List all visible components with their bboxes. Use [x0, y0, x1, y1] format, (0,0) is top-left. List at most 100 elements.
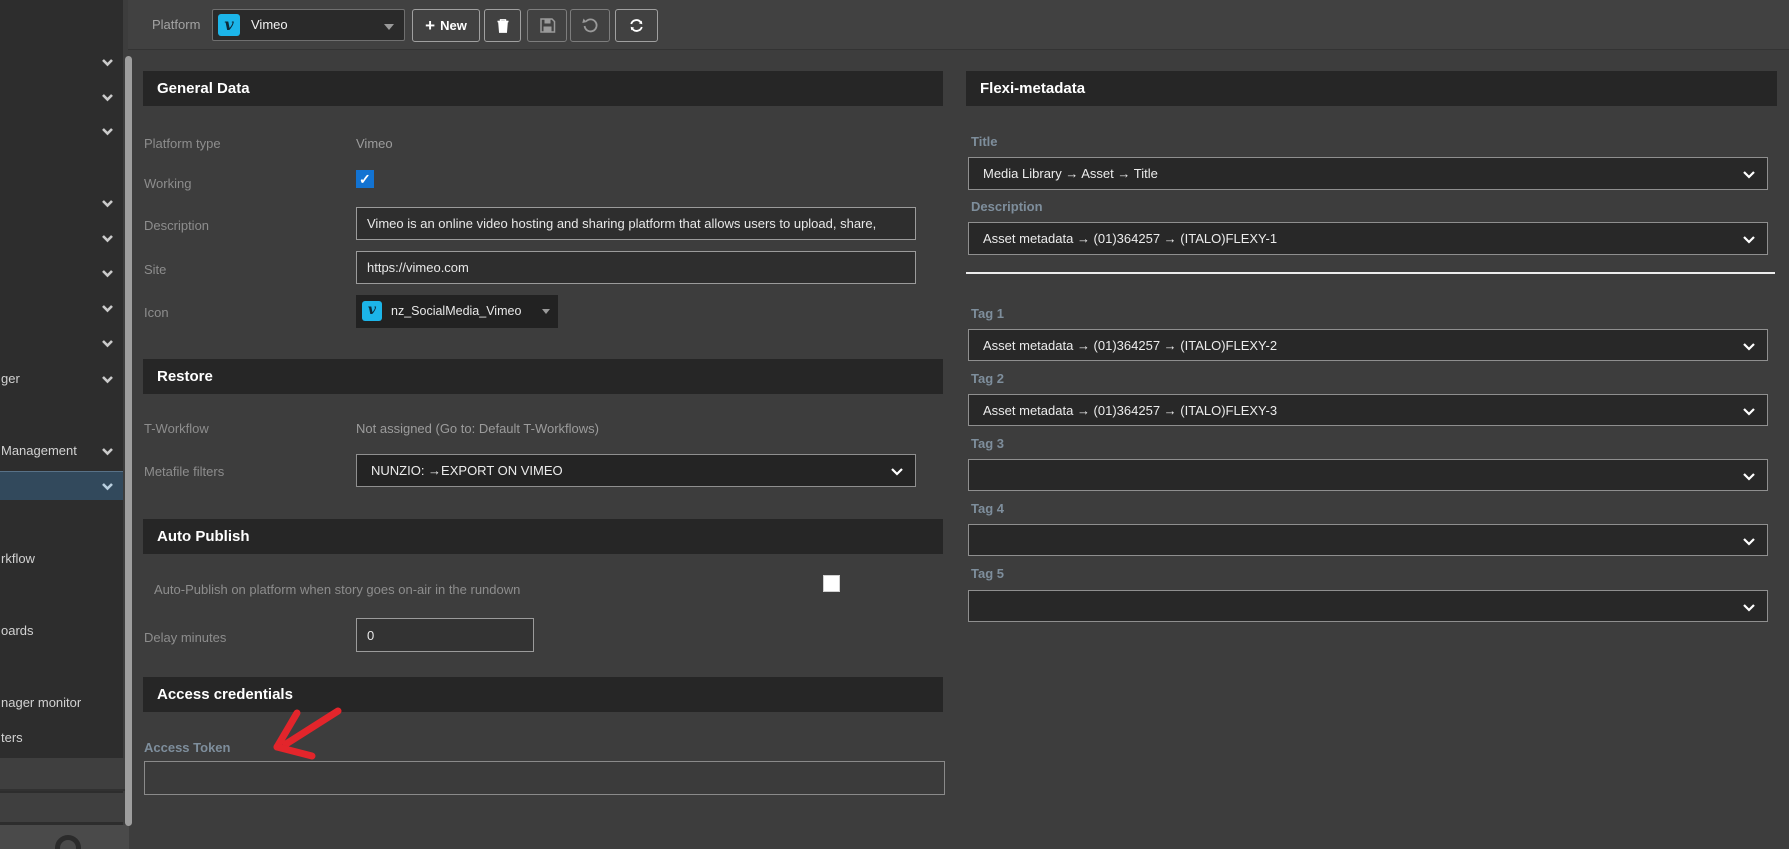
- sidebar-item[interactable]: [0, 224, 123, 252]
- description-input[interactable]: [356, 207, 916, 240]
- chevron-down-icon: [101, 58, 114, 67]
- chevron-down-icon: [101, 234, 114, 243]
- auto-publish-checkbox[interactable]: [823, 575, 840, 592]
- delete-button[interactable]: [484, 9, 521, 42]
- auto-publish-toggle-label: Auto-Publish on platform when story goes…: [154, 582, 520, 597]
- chevron-down-icon: [1742, 537, 1756, 546]
- flexi-field-label: Tag 4: [971, 501, 1004, 516]
- chevron-down-icon: [1742, 170, 1756, 179]
- red-arrow-annotation: [265, 700, 350, 765]
- working-checkbox[interactable]: [356, 170, 374, 188]
- restore-header: Restore: [143, 359, 943, 394]
- chevron-down-icon: [890, 467, 904, 476]
- chevron-down-icon: [384, 24, 394, 30]
- platform-type-label: Platform type: [144, 136, 221, 151]
- sidebar-item[interactable]: [0, 259, 123, 287]
- flexi-field-label: Tag 3: [971, 436, 1004, 451]
- metafile-filters-select[interactable]: NUNZIO: →EXPORT ON VIMEO: [356, 454, 916, 487]
- sidebar-item[interactable]: ters: [0, 724, 123, 752]
- chevron-down-icon: [1742, 235, 1756, 244]
- platform-select-value: Vimeo: [251, 17, 288, 32]
- new-button-label: New: [440, 18, 467, 33]
- site-label: Site: [144, 262, 166, 277]
- flexi-field-label: Tag 5: [971, 566, 1004, 581]
- access-token-input[interactable]: [144, 761, 945, 795]
- sidebar-footer-row: [0, 793, 129, 822]
- sidebar-item[interactable]: [0, 294, 123, 322]
- access-token-label: Access Token: [144, 740, 230, 755]
- metafile-filters-label: Metafile filters: [144, 464, 224, 479]
- flexi-tag5-select[interactable]: [968, 590, 1768, 622]
- logo-icon: [55, 835, 81, 849]
- chevron-down-icon: [101, 199, 114, 208]
- site-input[interactable]: [356, 251, 916, 284]
- platform-label: Platform: [152, 17, 200, 32]
- sidebar-item[interactable]: ger: [0, 365, 123, 393]
- flexi-tag2-select[interactable]: Asset metadata → (01)364257 → (ITALO)FLE…: [968, 394, 1768, 426]
- chevron-down-icon: [1742, 603, 1756, 612]
- chevron-down-icon: [101, 482, 114, 491]
- trash-icon: [495, 17, 511, 34]
- t-workflow-label: T-Workflow: [144, 421, 209, 436]
- access-credentials-header: Access credentials: [143, 677, 943, 712]
- sidebar-item[interactable]: nager monitor: [0, 689, 123, 717]
- chevron-down-icon: [101, 269, 114, 278]
- chevron-down-icon: [1742, 472, 1756, 481]
- sidebar-item[interactable]: Management: [0, 437, 123, 465]
- refresh-icon: [628, 17, 645, 34]
- sidebar-item-selected[interactable]: [0, 471, 123, 500]
- working-label: Working: [144, 176, 191, 191]
- vertical-scrollbar[interactable]: [125, 56, 132, 826]
- refresh-button[interactable]: [615, 9, 658, 42]
- undo-icon: [582, 17, 599, 34]
- sidebar: ger Management rkflow oards nager monito…: [0, 0, 123, 849]
- sidebar-item[interactable]: [0, 329, 123, 357]
- flexi-tag1-select[interactable]: Asset metadata → (01)364257 → (ITALO)FLE…: [968, 329, 1768, 361]
- chevron-down-icon: [101, 304, 114, 313]
- sidebar-item[interactable]: [0, 117, 123, 145]
- sidebar-footer: [0, 825, 129, 849]
- new-button[interactable]: + New: [412, 9, 480, 42]
- save-button[interactable]: [527, 9, 567, 42]
- icon-select-value: nz_SocialMedia_Vimeo: [391, 304, 521, 318]
- publish-platform-settings-page: ger Management rkflow oards nager monito…: [0, 0, 1789, 849]
- sidebar-footer-row: [0, 758, 129, 791]
- delay-minutes-label: Delay minutes: [144, 630, 226, 645]
- auto-publish-header: Auto Publish: [143, 519, 943, 554]
- undo-button[interactable]: [570, 9, 610, 42]
- icon-select[interactable]: v nz_SocialMedia_Vimeo: [356, 295, 558, 328]
- vimeo-icon: v: [218, 14, 240, 36]
- icon-label: Icon: [144, 305, 169, 320]
- sidebar-item[interactable]: [0, 189, 123, 217]
- flexi-field-label: Tag 2: [971, 371, 1004, 386]
- save-icon: [539, 17, 556, 34]
- chevron-down-icon: [101, 93, 114, 102]
- flexi-tag3-select[interactable]: [968, 459, 1768, 491]
- chevron-down-icon: [1742, 342, 1756, 351]
- flexi-field-label: Title: [971, 134, 998, 149]
- sidebar-item[interactable]: oards: [0, 617, 123, 645]
- metafile-filters-value: NUNZIO: →EXPORT ON VIMEO: [371, 463, 563, 478]
- general-data-header: General Data: [143, 71, 943, 106]
- chevron-down-icon: [101, 375, 114, 384]
- flexi-metadata-header: Flexi-metadata: [966, 71, 1777, 106]
- description-label: Description: [144, 218, 209, 233]
- sidebar-item[interactable]: [0, 83, 123, 111]
- platform-select[interactable]: v Vimeo: [212, 9, 405, 41]
- chevron-down-icon: [101, 127, 114, 136]
- flexi-field-label: Description: [971, 199, 1043, 214]
- flexi-field-label: Tag 1: [971, 306, 1004, 321]
- flexi-title-select[interactable]: Media Library → Asset → Title: [968, 157, 1768, 190]
- flexi-description-select[interactable]: Asset metadata → (01)364257 → (ITALO)FLE…: [968, 222, 1768, 255]
- delay-minutes-input[interactable]: [356, 618, 534, 652]
- chevron-down-icon: [1742, 407, 1756, 416]
- vimeo-icon: v: [362, 301, 382, 321]
- t-workflow-value: Not assigned (Go to: Default T-Workflows…: [356, 421, 599, 436]
- section-divider: [966, 272, 1775, 274]
- chevron-down-icon: [101, 339, 114, 348]
- flexi-tag4-select[interactable]: [968, 524, 1768, 556]
- sidebar-item[interactable]: [0, 48, 123, 76]
- chevron-down-icon: [542, 309, 550, 314]
- sidebar-item[interactable]: rkflow: [0, 545, 123, 573]
- chevron-down-icon: [101, 447, 114, 456]
